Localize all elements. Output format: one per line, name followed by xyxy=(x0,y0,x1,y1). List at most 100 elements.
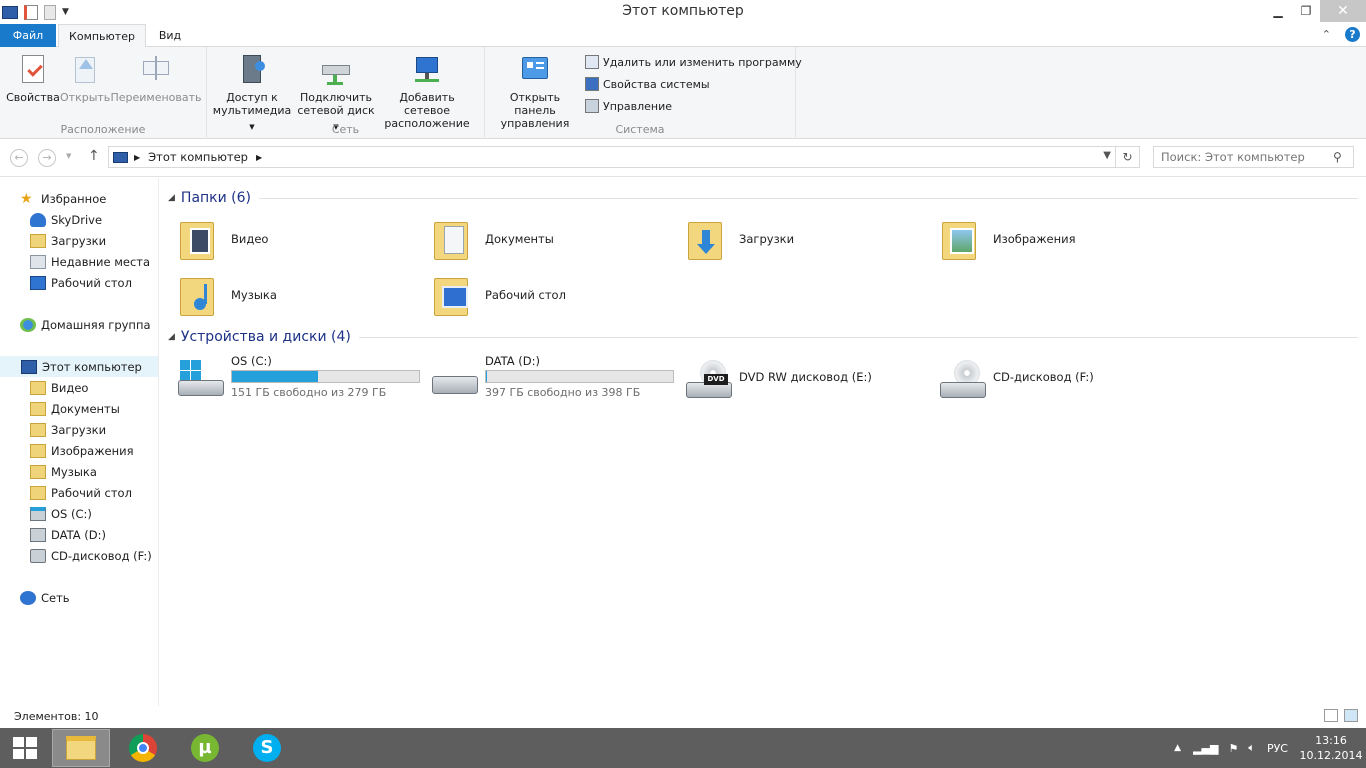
downloads-folder-icon xyxy=(686,216,726,262)
sidebar-item-drive-f[interactable]: CD-дисковод (F:) xyxy=(0,545,158,566)
drive-e[interactable]: DVD DVD RW дисковод (E:) xyxy=(686,354,936,406)
rename-button[interactable]: Переименовать xyxy=(110,53,202,104)
help-icon[interactable]: ? xyxy=(1345,27,1360,42)
sidebar-item-desktop[interactable]: Рабочий стол xyxy=(0,272,158,293)
recent-locations-icon[interactable]: ▼ xyxy=(66,152,71,160)
action-center-flag-icon[interactable]: ⚑ xyxy=(1228,742,1238,755)
sidebar-item-this-pc[interactable]: Этот компьютер xyxy=(0,356,158,377)
address-bar[interactable]: ▶ Этот компьютер ▶ ▼ ↻ xyxy=(108,146,1140,168)
chevron-up-icon[interactable]: ⌃ xyxy=(1322,28,1331,41)
media-access-button[interactable]: Доступ к мультимедиа ▼ xyxy=(211,53,293,134)
manage-label: Управление xyxy=(603,99,673,113)
sidebar-item-label: Музыка xyxy=(51,464,97,479)
folder-pictures[interactable]: Изображения xyxy=(940,213,1180,265)
properties-label: Свойства xyxy=(6,91,60,104)
up-arrow-icon[interactable]: ↑ xyxy=(88,148,100,164)
taskbar-skype[interactable]: S xyxy=(238,729,296,767)
taskbar-chrome[interactable] xyxy=(114,729,172,767)
ribbon-tabs: Файл Компьютер Вид ⌃ ? xyxy=(0,24,1366,48)
folder-music[interactable]: Музыка xyxy=(178,269,418,321)
system-tray: ▲ ▂▄▆ ⚑ 🔈︎ РУС 13:16 10.12.2014 xyxy=(1174,728,1366,768)
system-drive-icon xyxy=(30,506,46,521)
input-language[interactable]: РУС xyxy=(1267,742,1288,755)
sidebar-item-videos[interactable]: Видео xyxy=(0,377,158,398)
sidebar-item-music[interactable]: Музыка xyxy=(0,461,158,482)
minimize-button[interactable]: ▁ xyxy=(1264,0,1292,22)
volume-icon[interactable]: 🔈︎ xyxy=(1248,741,1255,755)
sidebar-item-recent-places[interactable]: Недавние места xyxy=(0,251,158,272)
maximize-button[interactable]: ❐ xyxy=(1292,0,1320,22)
sidebar-item-label: Видео xyxy=(51,380,89,395)
tab-computer[interactable]: Компьютер xyxy=(58,24,146,48)
documents-folder-icon xyxy=(30,401,46,416)
desktop-folder-icon xyxy=(30,485,46,500)
programs-icon xyxy=(585,55,599,69)
desktop-folder-icon xyxy=(432,272,472,318)
tab-file[interactable]: Файл xyxy=(0,24,56,47)
show-hidden-icons-icon[interactable]: ▲ xyxy=(1174,743,1181,753)
sidebar-item-favorites[interactable]: ★ Избранное xyxy=(0,188,158,209)
sidebar-item-homegroup[interactable]: Домашняя группа xyxy=(0,314,158,335)
system-properties-button[interactable]: Свойства системы xyxy=(585,75,710,93)
tab-view[interactable]: Вид xyxy=(150,24,190,47)
sidebar-item-label: Сеть xyxy=(41,590,70,605)
drive-usage-bar xyxy=(485,370,674,383)
sidebar-item-network[interactable]: Сеть xyxy=(0,587,158,608)
control-panel-icon xyxy=(518,53,552,87)
large-icons-view-icon[interactable] xyxy=(1344,709,1358,722)
section-header-folders[interactable]: ◢ Папки (6) xyxy=(168,190,1358,206)
search-input[interactable] xyxy=(1153,146,1354,168)
taskbar-explorer[interactable] xyxy=(52,729,110,767)
folder-documents[interactable]: Документы xyxy=(432,213,672,265)
properties-icon xyxy=(16,53,50,87)
cd-drive-icon xyxy=(30,548,46,563)
explorer-window: ▼ Этот компьютер ▁ ❐ ✕ Файл Компьютер Ви… xyxy=(0,0,1366,768)
taskbar-utorrent[interactable]: µ xyxy=(176,729,234,767)
sidebar-item-documents[interactable]: Документы xyxy=(0,398,158,419)
chevron-right-icon[interactable]: ▶ xyxy=(134,153,140,162)
sidebar-item-downloads-pc[interactable]: Загрузки xyxy=(0,419,158,440)
properties-button[interactable]: Свойства xyxy=(6,53,60,104)
folder-downloads[interactable]: Загрузки xyxy=(686,213,926,265)
drive-f[interactable]: CD-дисковод (F:) xyxy=(940,354,1190,406)
clock[interactable]: 13:16 10.12.2014 xyxy=(1296,733,1366,763)
sidebar-item-drive-d[interactable]: DATA (D:) xyxy=(0,524,158,545)
system-properties-icon xyxy=(585,77,599,91)
breadcrumb[interactable]: Этот компьютер xyxy=(148,150,248,164)
forward-button[interactable]: → xyxy=(38,149,56,167)
sidebar-item-drive-c[interactable]: OS (C:) xyxy=(0,503,158,524)
ribbon-right-controls: ⌃ ? xyxy=(1322,27,1360,42)
start-button[interactable] xyxy=(0,729,50,767)
section-header-drives[interactable]: ◢ Устройства и диски (4) xyxy=(168,329,1358,345)
map-network-drive-button[interactable]: Подключить сетевой диск ▼ xyxy=(295,53,377,134)
sidebar-item-downloads[interactable]: Загрузки xyxy=(0,230,158,251)
control-panel-button[interactable]: Открыть панель управления xyxy=(489,53,581,130)
ribbon: Свойства Открыть Переименовать Расположе… xyxy=(0,47,1366,139)
uninstall-program-button[interactable]: Удалить или изменить программу xyxy=(585,53,802,71)
close-button[interactable]: ✕ xyxy=(1320,0,1366,22)
details-view-icon[interactable] xyxy=(1324,709,1338,722)
chevron-right-icon[interactable]: ▶ xyxy=(256,153,262,162)
pictures-folder-icon xyxy=(30,443,46,458)
folder-desktop[interactable]: Рабочий стол xyxy=(432,269,672,321)
sidebar-item-skydrive[interactable]: SkyDrive xyxy=(0,209,158,230)
open-label: Открыть xyxy=(60,91,111,104)
manage-button[interactable]: Управление xyxy=(585,97,672,115)
sidebar-item-label: Загрузки xyxy=(51,233,107,248)
network-signal-icon[interactable]: ▂▄▆ xyxy=(1193,742,1218,755)
chevron-down-icon[interactable]: ▼ xyxy=(1103,150,1111,161)
rename-icon xyxy=(139,53,173,87)
desktop-icon xyxy=(30,275,46,290)
refresh-icon[interactable]: ↻ xyxy=(1115,147,1139,167)
section-title: Устройства и диски (4) xyxy=(180,329,351,345)
add-network-location-button[interactable]: Добавить сетевое расположение xyxy=(379,53,475,130)
hard-drive-icon xyxy=(432,360,480,400)
open-button[interactable]: Открыть xyxy=(60,53,110,104)
folder-videos[interactable]: Видео xyxy=(178,213,418,265)
drive-d[interactable]: DATA (D:) 397 ГБ свободно из 398 ГБ xyxy=(432,354,682,406)
sidebar-item-pictures[interactable]: Изображения xyxy=(0,440,158,461)
back-button[interactable]: ← xyxy=(10,149,28,167)
sidebar-item-desktop-pc[interactable]: Рабочий стол xyxy=(0,482,158,503)
drive-c[interactable]: OS (C:) 151 ГБ свободно из 279 ГБ xyxy=(178,354,428,406)
status-bar: Элементов: 10 xyxy=(0,706,1366,728)
